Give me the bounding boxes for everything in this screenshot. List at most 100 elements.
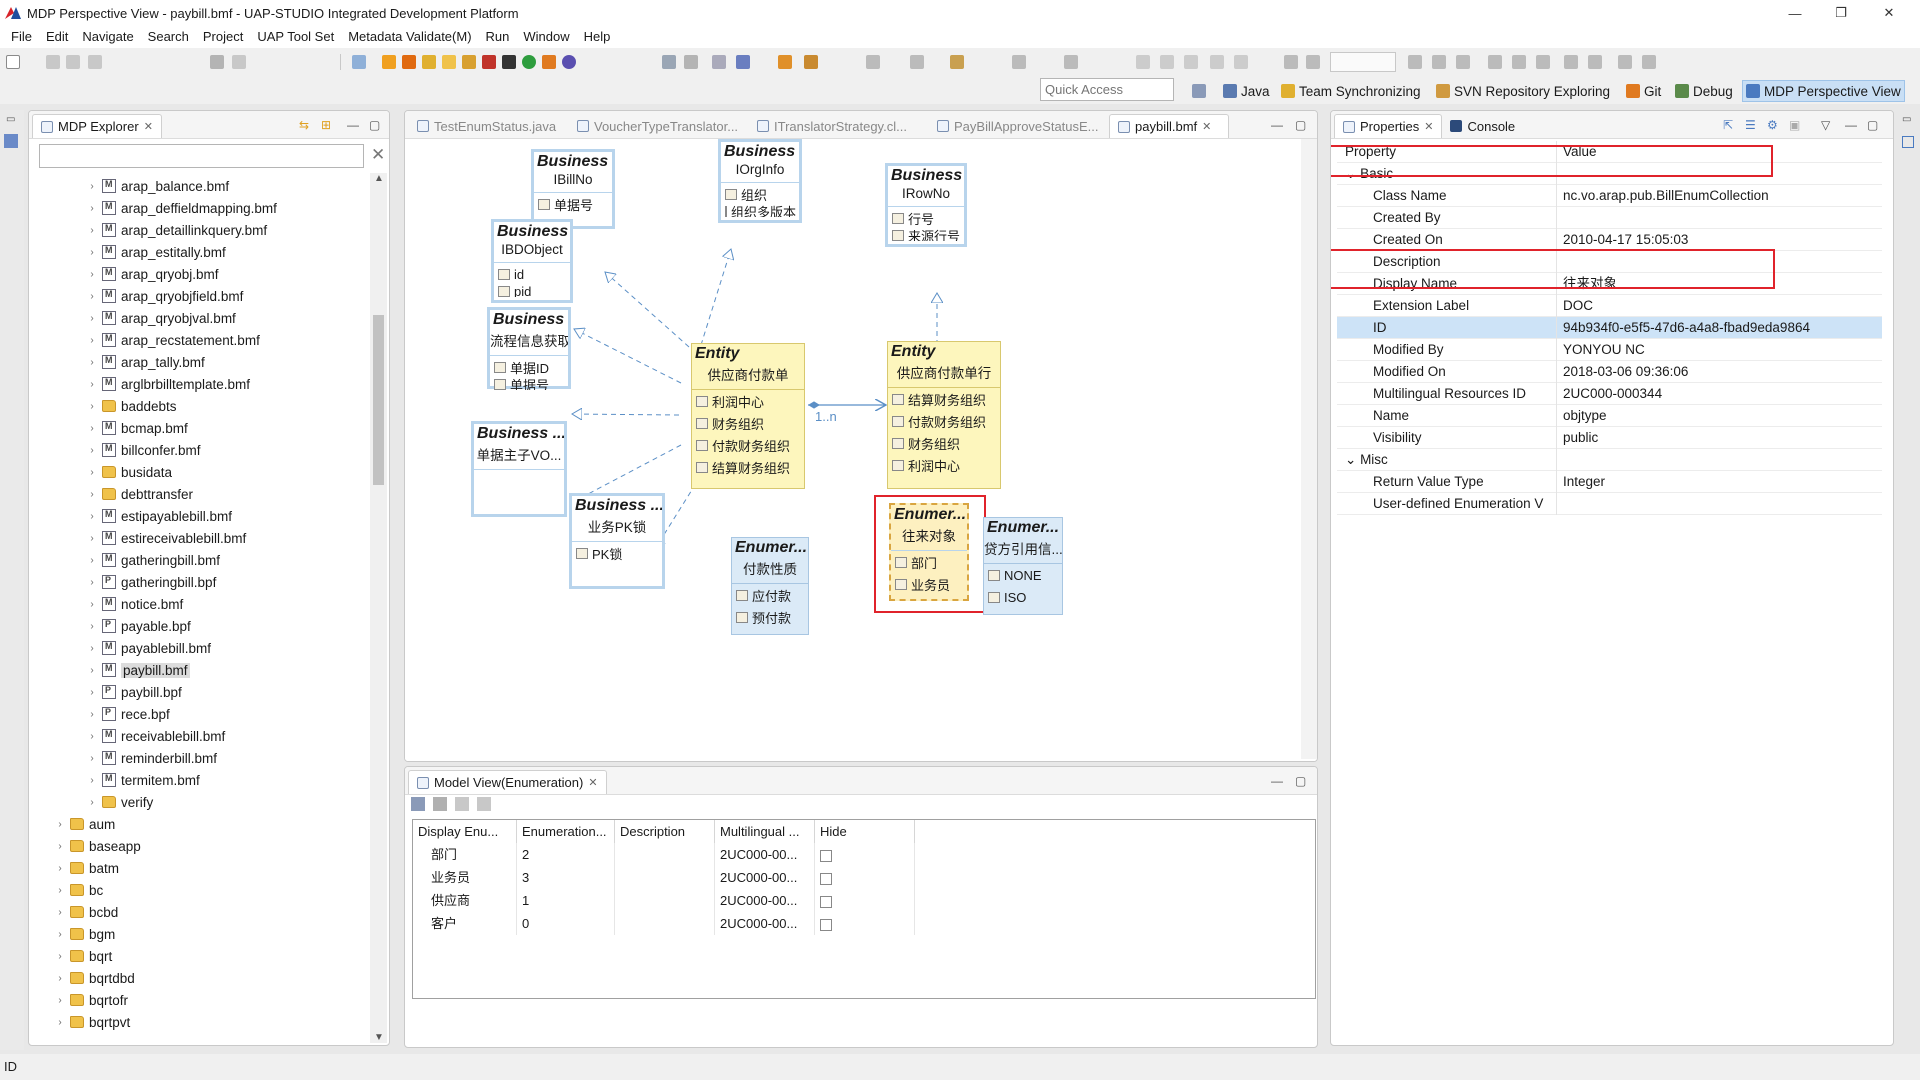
expand-arrow-icon[interactable]: › [85, 533, 99, 544]
table-cell-description[interactable] [615, 889, 715, 912]
scroll-thumb[interactable] [373, 315, 384, 485]
restore-button[interactable]: ❐ [1818, 0, 1864, 26]
property-row[interactable]: Extension Label DOC [1337, 294, 1882, 317]
box-attribute[interactable]: 组织多版本 [721, 205, 799, 217]
column-header-description[interactable]: Description [615, 820, 715, 843]
box-attribute[interactable]: 利润中心 [692, 390, 804, 412]
undo-icon[interactable] [1234, 55, 1248, 69]
tab-paybill-bmf[interactable]: paybill.bmf ✕ [1109, 114, 1229, 138]
column-header-multilingual[interactable]: Multilingual ... [715, 820, 815, 843]
property-value[interactable] [1557, 207, 1563, 229]
uml-interface-pk-lock[interactable]: Business ... 业务PK锁 PK锁 [569, 493, 665, 589]
annotation-icon[interactable] [866, 55, 880, 69]
save-icon[interactable] [46, 55, 60, 69]
column-header-hide[interactable]: Hide [815, 820, 915, 843]
scroll-up-icon[interactable]: ▲ [374, 173, 384, 184]
quick-access-input[interactable] [1040, 78, 1174, 101]
tree-item[interactable]: › payablebill.bmf [37, 637, 377, 659]
run-icon[interactable] [522, 55, 536, 69]
tree-item[interactable]: › aum [37, 813, 377, 835]
expand-arrow-icon[interactable]: › [85, 511, 99, 522]
restore-icon[interactable]: ▭ [1902, 114, 1911, 125]
expand-arrow-icon[interactable]: › [53, 929, 67, 940]
paste-icon[interactable] [1184, 55, 1198, 69]
box-attribute[interactable]: 付款财务组织 [692, 434, 804, 456]
expand-arrow-icon[interactable]: › [85, 731, 99, 742]
outline-icon[interactable] [4, 134, 18, 148]
menu-help[interactable]: Help [577, 26, 618, 48]
property-row[interactable]: Created On 2010-04-17 15:05:03 [1337, 228, 1882, 251]
property-value[interactable]: 2018-03-06 09:36:06 [1557, 361, 1688, 383]
property-value[interactable]: 94b934f0-e5f5-47d6-a4a8-fbad9eda9864 [1557, 317, 1810, 339]
property-value[interactable]: nc.vo.arap.pub.BillEnumCollection [1557, 185, 1769, 207]
hide-checkbox[interactable] [820, 872, 832, 885]
tree-item[interactable]: › arglbrbilltemplate.bmf [37, 373, 377, 395]
align-center-icon[interactable] [1432, 55, 1446, 69]
tree-item[interactable]: › arap_estitally.bmf [37, 241, 377, 263]
expand-arrow-icon[interactable]: › [53, 973, 67, 984]
maximize-view-icon[interactable]: ▢ [1295, 774, 1306, 788]
collapse-all-icon[interactable]: ⊞ [321, 118, 331, 132]
property-group-misc[interactable]: ⌄ Misc [1337, 448, 1882, 471]
pin-view-icon[interactable]: ⇱ [1723, 118, 1733, 132]
align-left-icon[interactable] [1408, 55, 1422, 69]
expand-arrow-icon[interactable]: › [53, 907, 67, 918]
table-cell-multilingual[interactable]: 2UC000-00... [715, 866, 815, 889]
property-value[interactable]: YONYOU NC [1557, 339, 1645, 361]
zoom-out-icon[interactable] [1306, 55, 1320, 69]
package-icon[interactable] [462, 55, 476, 69]
tab-model-view[interactable]: Model View(Enumeration) ✕ [408, 770, 607, 794]
expand-arrow-icon[interactable]: › [85, 577, 99, 588]
expand-arrow-icon[interactable]: › [85, 599, 99, 610]
show-categories-icon[interactable]: ☰ [1745, 118, 1756, 132]
minimize-view-icon[interactable]: — [1845, 118, 1857, 132]
uml-entity-supplier-payment-row[interactable]: Entity 供应商付款单行 结算财务组织 付款财务组织 财务组织 利润中心 [887, 341, 1001, 489]
ant-icon[interactable] [502, 55, 516, 69]
table-row[interactable]: 部门 2 2UC000-00... [413, 843, 1315, 866]
perspective-git[interactable]: Git [1623, 80, 1664, 102]
expand-arrow-icon[interactable]: › [85, 247, 99, 258]
property-row[interactable]: Class Name nc.vo.arap.pub.BillEnumCollect… [1337, 184, 1882, 207]
maximize-view-icon[interactable]: ▢ [1295, 118, 1306, 132]
property-row[interactable]: Created By [1337, 206, 1882, 229]
bean-icon[interactable] [422, 55, 436, 69]
tree-item[interactable]: › estipayablebill.bmf [37, 505, 377, 527]
box-attribute[interactable]: 单据号 [490, 378, 568, 390]
box-attribute[interactable]: ISO [984, 586, 1062, 608]
link-icon[interactable] [712, 55, 726, 69]
property-value[interactable]: DOC [1557, 295, 1593, 317]
scroll-down-icon[interactable]: ▼ [374, 1032, 384, 1043]
tree-item[interactable]: › billconfer.bmf [37, 439, 377, 461]
table-cell-description[interactable] [615, 912, 715, 935]
save-all-icon[interactable] [66, 55, 80, 69]
tree-item[interactable]: › baddebts [37, 395, 377, 417]
expand-arrow-icon[interactable]: › [53, 841, 67, 852]
uml-interface-ibillno[interactable]: Business ... IBillNo 单据号 [531, 149, 615, 229]
filter-input[interactable] [39, 144, 364, 168]
expand-arrow-icon[interactable]: › [85, 621, 99, 632]
move-down-icon[interactable] [477, 797, 491, 811]
zoom-combo[interactable] [1330, 52, 1396, 72]
match-width-icon[interactable] [1564, 55, 1578, 69]
restore-icon[interactable]: ▭ [6, 114, 15, 125]
perspective-java[interactable]: Java [1220, 80, 1273, 102]
expand-arrow-icon[interactable]: › [53, 885, 67, 896]
box-attribute[interactable]: NONE [984, 564, 1062, 586]
open-type-icon[interactable] [778, 55, 792, 69]
box-attribute[interactable]: 结算财务组织 [888, 388, 1000, 410]
property-row[interactable]: Name objtype [1337, 404, 1882, 427]
expand-arrow-icon[interactable]: › [85, 225, 99, 236]
expand-arrow-icon[interactable]: › [85, 335, 99, 346]
minimize-view-icon[interactable]: — [347, 118, 359, 132]
expand-arrow-icon[interactable]: › [85, 555, 99, 566]
property-value[interactable] [1557, 493, 1563, 515]
publish-icon[interactable] [352, 55, 366, 69]
uml-interface-flow-info[interactable]: Business ... 流程信息获取... 单据ID 单据号 [487, 307, 571, 390]
tree-item[interactable]: › batm [37, 857, 377, 879]
tree-item[interactable]: › gatheringbill.bpf [37, 571, 377, 593]
print-icon[interactable] [88, 55, 102, 69]
move-up-icon[interactable] [455, 797, 469, 811]
close-button[interactable]: ✕ [1866, 0, 1912, 26]
show-advanced-icon[interactable]: ⚙ [1767, 118, 1778, 132]
new-icon[interactable] [6, 55, 20, 69]
